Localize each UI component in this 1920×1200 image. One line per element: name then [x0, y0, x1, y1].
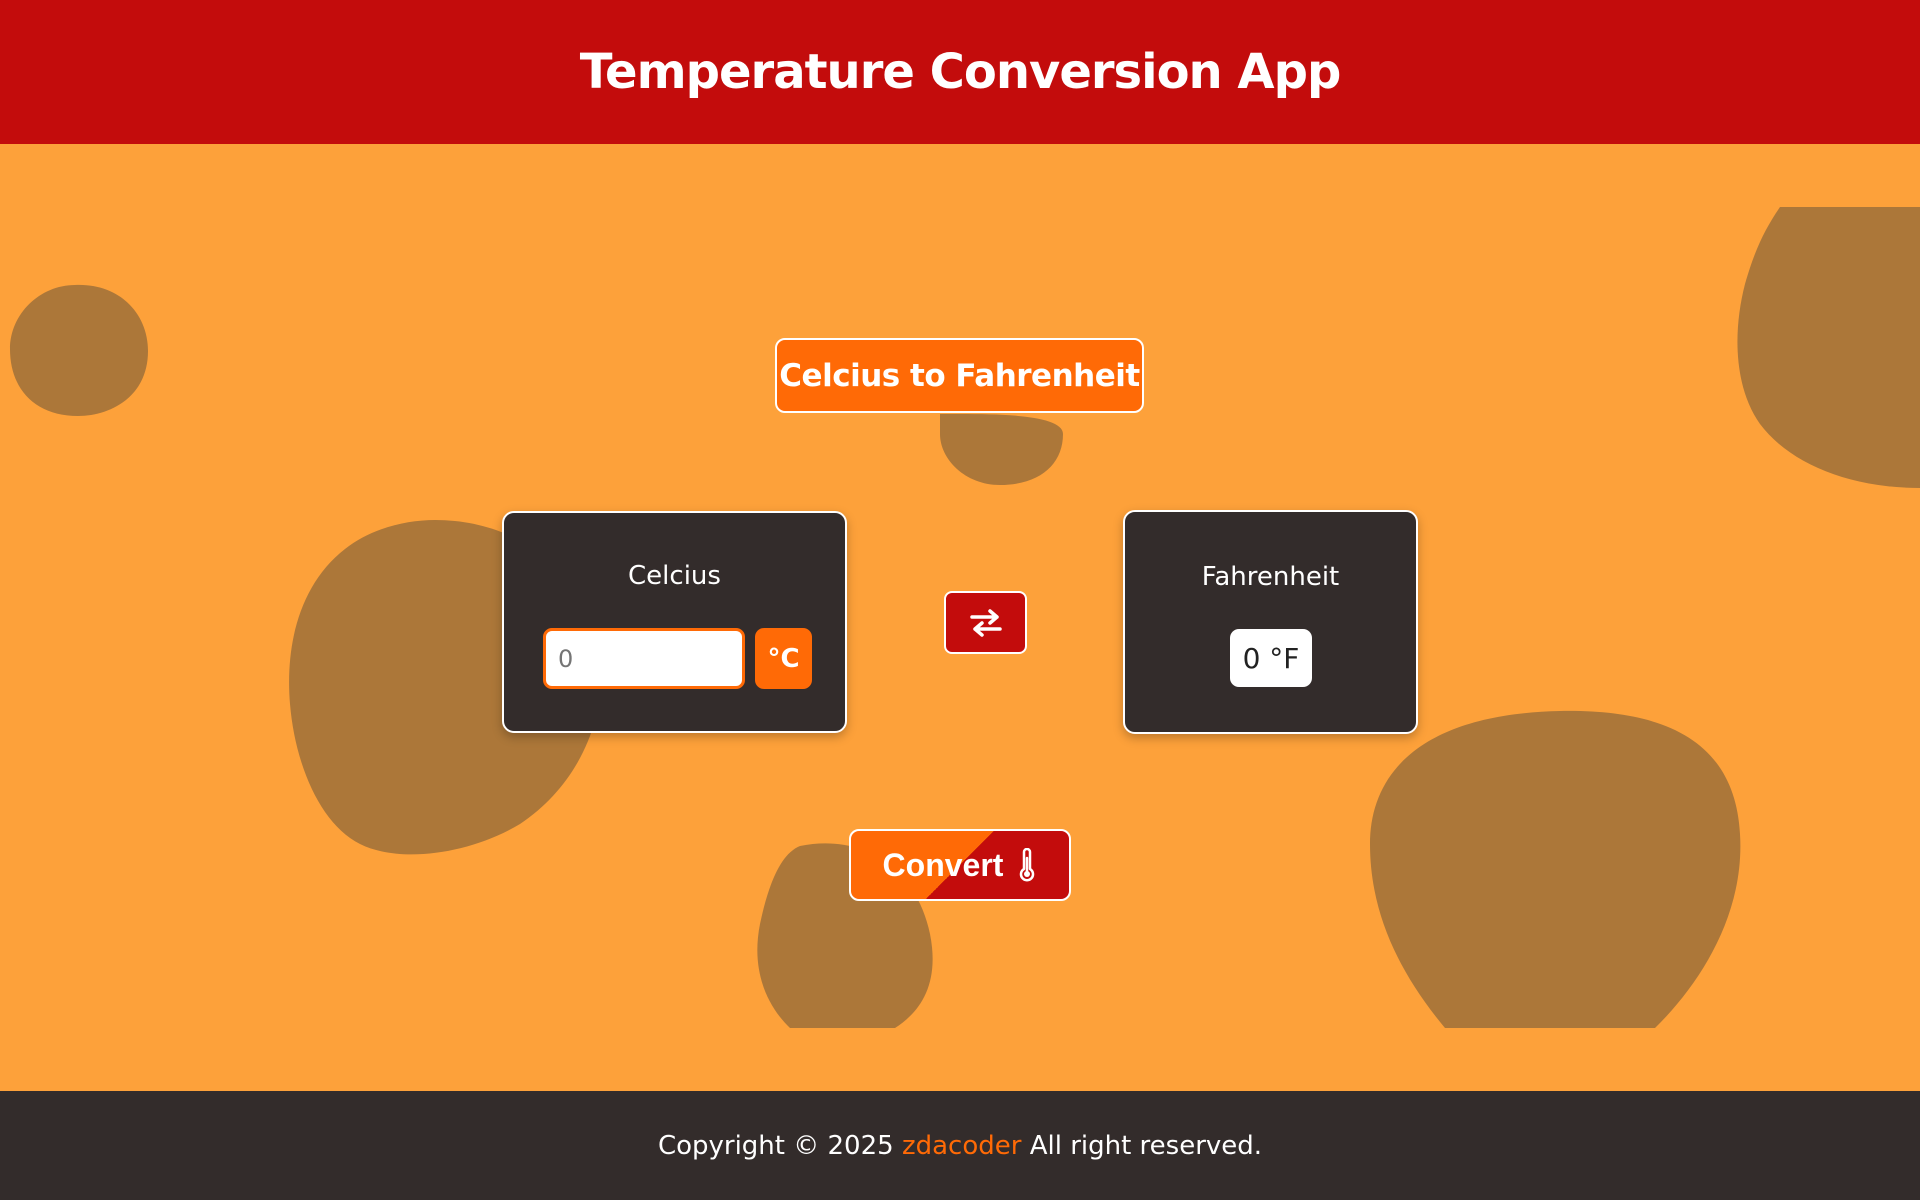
input-card: Celcius °C: [502, 511, 847, 733]
celsius-input[interactable]: [543, 628, 745, 689]
blob-top-left: [10, 284, 148, 416]
swap-button[interactable]: [944, 591, 1027, 654]
brand-link[interactable]: zdacoder: [902, 1131, 1021, 1161]
thermometer-icon: [1020, 848, 1035, 882]
convert-button-label: Convert: [882, 846, 1004, 883]
blob-top-center: [940, 413, 1063, 485]
main-area: Celcius to Fahrenheit Celcius °C Fahrenh…: [0, 144, 1920, 1091]
app-header: Temperature Conversion App: [0, 0, 1920, 144]
app-title: Temperature Conversion App: [579, 44, 1342, 100]
blob-top-right: [1737, 207, 1920, 488]
input-card-label: Celcius: [628, 561, 721, 591]
celsius-unit-badge: °C: [755, 628, 812, 689]
copyright-text: Copyright © 2025: [657, 1130, 894, 1161]
swap-arrows-icon: [969, 608, 1002, 637]
mode-toggle-button[interactable]: Celcius to Fahrenheit: [775, 338, 1144, 413]
mode-toggle-label: Celcius to Fahrenheit: [779, 357, 1140, 394]
rights-text: All right reserved.: [1029, 1130, 1263, 1161]
app-footer: Copyright © 2025 zdacoder All right rese…: [0, 1091, 1920, 1200]
output-card-label: Fahrenheit: [1201, 562, 1340, 592]
convert-button[interactable]: Convert: [849, 829, 1071, 901]
blob-bottom-right: [1370, 710, 1741, 1028]
fahrenheit-result: 0 °F: [1230, 629, 1312, 687]
output-card: Fahrenheit 0 °F: [1123, 510, 1418, 734]
